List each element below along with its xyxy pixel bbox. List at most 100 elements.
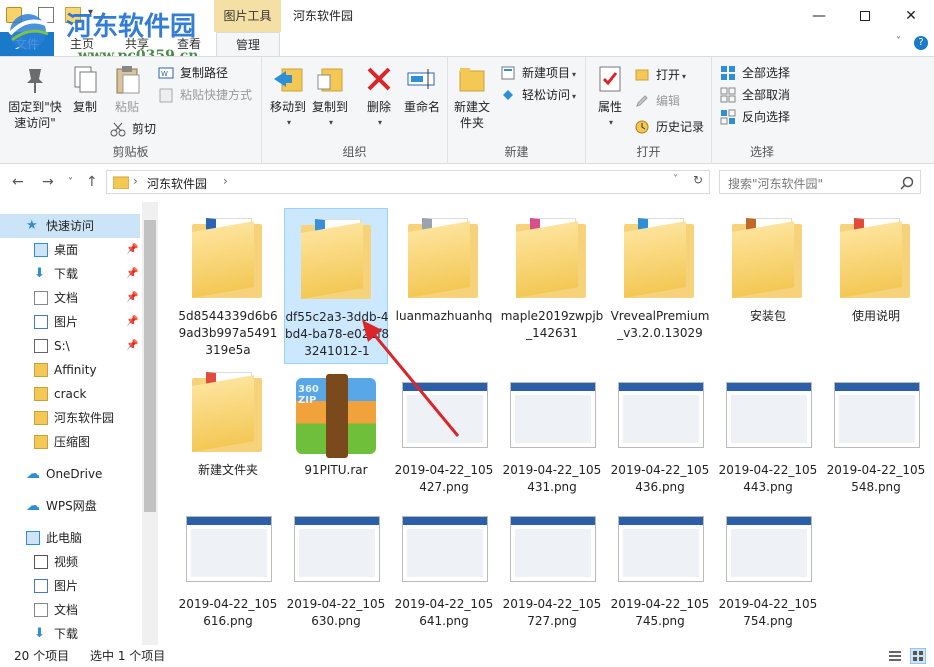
screenshot-titlebar xyxy=(403,517,487,525)
sidebar-item[interactable]: 文档 xyxy=(0,598,140,622)
doc-icon xyxy=(34,603,48,617)
file-name: 91PITU.rar xyxy=(304,463,368,477)
sidebar-item[interactable]: 桌面 📌 xyxy=(0,238,140,262)
image-file-item[interactable]: 2019-04-22_105754.png xyxy=(716,496,820,652)
rename-button[interactable]: 重命名 xyxy=(400,63,444,115)
archive-file-item[interactable]: 360 ZIP 91PITU.rar xyxy=(284,362,388,518)
history-button[interactable]: 历史记录 xyxy=(634,117,704,137)
recent-locations-button[interactable]: ˅ xyxy=(68,177,73,188)
sidebar-item[interactable]: ⬇ 下载 📌 xyxy=(0,262,140,286)
select-none-button[interactable]: 全部取消 xyxy=(720,85,790,105)
sidebar-item[interactable]: crack xyxy=(0,382,140,406)
back-button[interactable]: ← xyxy=(12,174,24,190)
sidebar-item[interactable]: 压缩图 xyxy=(0,430,140,454)
folder-item[interactable]: 5d8544339d6b69ad3b997a5491319e5a xyxy=(176,208,280,364)
sidebar-item[interactable]: 河东软件园 xyxy=(0,406,140,430)
open-label: 打开 xyxy=(656,68,681,82)
easy-access-button[interactable]: 轻松访问 ▾ xyxy=(500,85,576,105)
new-item-button[interactable]: 新建项目 ▾ xyxy=(500,63,576,83)
path-separator-end: › xyxy=(223,174,228,188)
maximize-button[interactable] xyxy=(842,0,888,32)
image-file-item[interactable]: 2019-04-22_105616.png xyxy=(176,496,280,652)
screenshot-preview xyxy=(402,516,488,582)
folder-icon xyxy=(291,215,383,307)
image-file-item[interactable]: 2019-04-22_105436.png xyxy=(608,362,712,518)
path-dropdown-button[interactable]: ˅ xyxy=(673,174,678,185)
image-file-item[interactable]: 2019-04-22_105548.png xyxy=(824,362,928,518)
select-none-icon xyxy=(720,87,736,103)
refresh-button[interactable]: ↻ xyxy=(693,173,703,187)
folder-item[interactable]: VrevealPremium_v3.2.0.13029 xyxy=(608,208,712,364)
select-all-button[interactable]: 全部选择 xyxy=(720,63,790,83)
sidebar-item-label: 图片 xyxy=(54,315,79,329)
cloud-icon: ☁ xyxy=(26,466,40,482)
folder-icon xyxy=(34,435,48,449)
move-to-button[interactable]: 移动到 ▾ xyxy=(266,63,310,131)
folder-icon xyxy=(34,363,48,377)
large-icons-view-icon[interactable] xyxy=(910,648,926,664)
image-file-item[interactable]: 2019-04-22_105641.png xyxy=(392,496,496,652)
image-file-item[interactable]: 2019-04-22_105443.png xyxy=(716,362,820,518)
up-button[interactable]: ↑ xyxy=(86,174,98,190)
edit-button[interactable]: 编辑 xyxy=(634,91,680,111)
image-file-item[interactable]: 2019-04-22_105745.png xyxy=(608,496,712,652)
folder-front xyxy=(192,375,254,452)
folder-item[interactable]: 安装包 xyxy=(716,208,820,364)
folder-item[interactable]: df55c2a3-3ddb-4bd4-ba78-e022f83241012-1 xyxy=(284,208,389,364)
image-file-item[interactable]: 2019-04-22_105630.png xyxy=(284,496,388,652)
help-icon[interactable]: ? xyxy=(914,36,928,50)
folder-item[interactable]: maple2019zwpjb_142631 xyxy=(500,208,604,364)
sidebar-item-label: Affinity xyxy=(54,363,97,377)
clipboard-group: 固定到"快速访问" 复制 粘贴 W 复制路径 粘贴快捷方式 剪切 剪贴板 xyxy=(0,57,262,164)
image-file-item[interactable]: 2019-04-22_105431.png xyxy=(500,362,604,518)
pc-icon xyxy=(26,531,40,545)
sidebar-item[interactable]: 文档 📌 xyxy=(0,286,140,310)
copy-button[interactable]: 复制 xyxy=(68,63,102,115)
watermark-title: 河东软件园 xyxy=(66,12,197,42)
open-button[interactable]: 打开 ▾ xyxy=(634,65,686,85)
image-file-item[interactable]: 2019-04-22_105427.png xyxy=(392,362,496,518)
sidebar-item[interactable]: 视频 xyxy=(0,550,140,574)
image-file-item[interactable]: 2019-04-22_105727.png xyxy=(500,496,604,652)
forward-button[interactable]: → xyxy=(42,174,54,190)
close-button[interactable]: ✕ xyxy=(888,0,934,32)
paste-shortcut-button[interactable]: 粘贴快捷方式 xyxy=(158,85,252,105)
search-input[interactable]: 搜索"河东软件园" xyxy=(719,170,921,194)
sidebar-item[interactable]: 此电脑 xyxy=(0,526,140,550)
path-segment[interactable]: 河东软件园 xyxy=(147,175,207,192)
navigation-scrollbar-thumb[interactable] xyxy=(144,220,156,512)
sidebar-item[interactable]: ⬇ 下载 xyxy=(0,622,140,646)
delete-button[interactable]: 删除 ▾ xyxy=(362,63,396,131)
screenshot-body xyxy=(407,529,483,577)
copy-to-button[interactable]: 复制到 ▾ xyxy=(308,63,352,131)
folder-item[interactable]: 使用说明 xyxy=(824,208,928,364)
sidebar-item[interactable]: ☁ OneDrive xyxy=(0,462,140,486)
tab-manage[interactable]: 管理 xyxy=(216,32,280,56)
screenshot-preview xyxy=(726,516,812,582)
archive-badge: 360 ZIP xyxy=(298,384,319,406)
folder-front xyxy=(732,221,794,298)
folder-icon xyxy=(113,176,129,189)
new-folder-button[interactable]: 新建文件夹 xyxy=(452,63,492,131)
details-view-icon[interactable] xyxy=(888,649,902,663)
properties-button[interactable]: 属性 ▾ xyxy=(590,63,630,131)
paste-button[interactable]: 粘贴 xyxy=(110,63,144,115)
cut-button[interactable]: 剪切 xyxy=(110,119,156,139)
sidebar-item[interactable]: ☁ WPS网盘 xyxy=(0,494,140,518)
pin-to-quick-access-button[interactable]: 固定到"快速访问" xyxy=(4,63,66,131)
sidebar-item[interactable]: 图片 📌 xyxy=(0,310,140,334)
minimize-button[interactable]: — xyxy=(796,0,842,32)
path-box[interactable]: › 河东软件园 › ˅ ↻ xyxy=(106,170,710,194)
invert-selection-button[interactable]: 反向选择 xyxy=(720,107,790,127)
path-separator: › xyxy=(133,174,138,188)
folder-item[interactable]: luanmazhuanhq xyxy=(392,208,496,364)
sidebar-item[interactable]: ★ 快速访问 xyxy=(0,214,140,238)
sidebar-item[interactable]: Affinity xyxy=(0,358,140,382)
folder-item[interactable]: 新建文件夹 xyxy=(176,362,280,518)
screenshot-body xyxy=(191,529,267,577)
ribbon-expand-icon[interactable]: ˅ xyxy=(896,36,901,47)
copy-path-button[interactable]: W 复制路径 xyxy=(158,63,228,83)
delete-dropdown-icon: ▾ xyxy=(377,118,382,127)
sidebar-item[interactable]: S:\ 📌 xyxy=(0,334,140,358)
sidebar-item[interactable]: 图片 xyxy=(0,574,140,598)
